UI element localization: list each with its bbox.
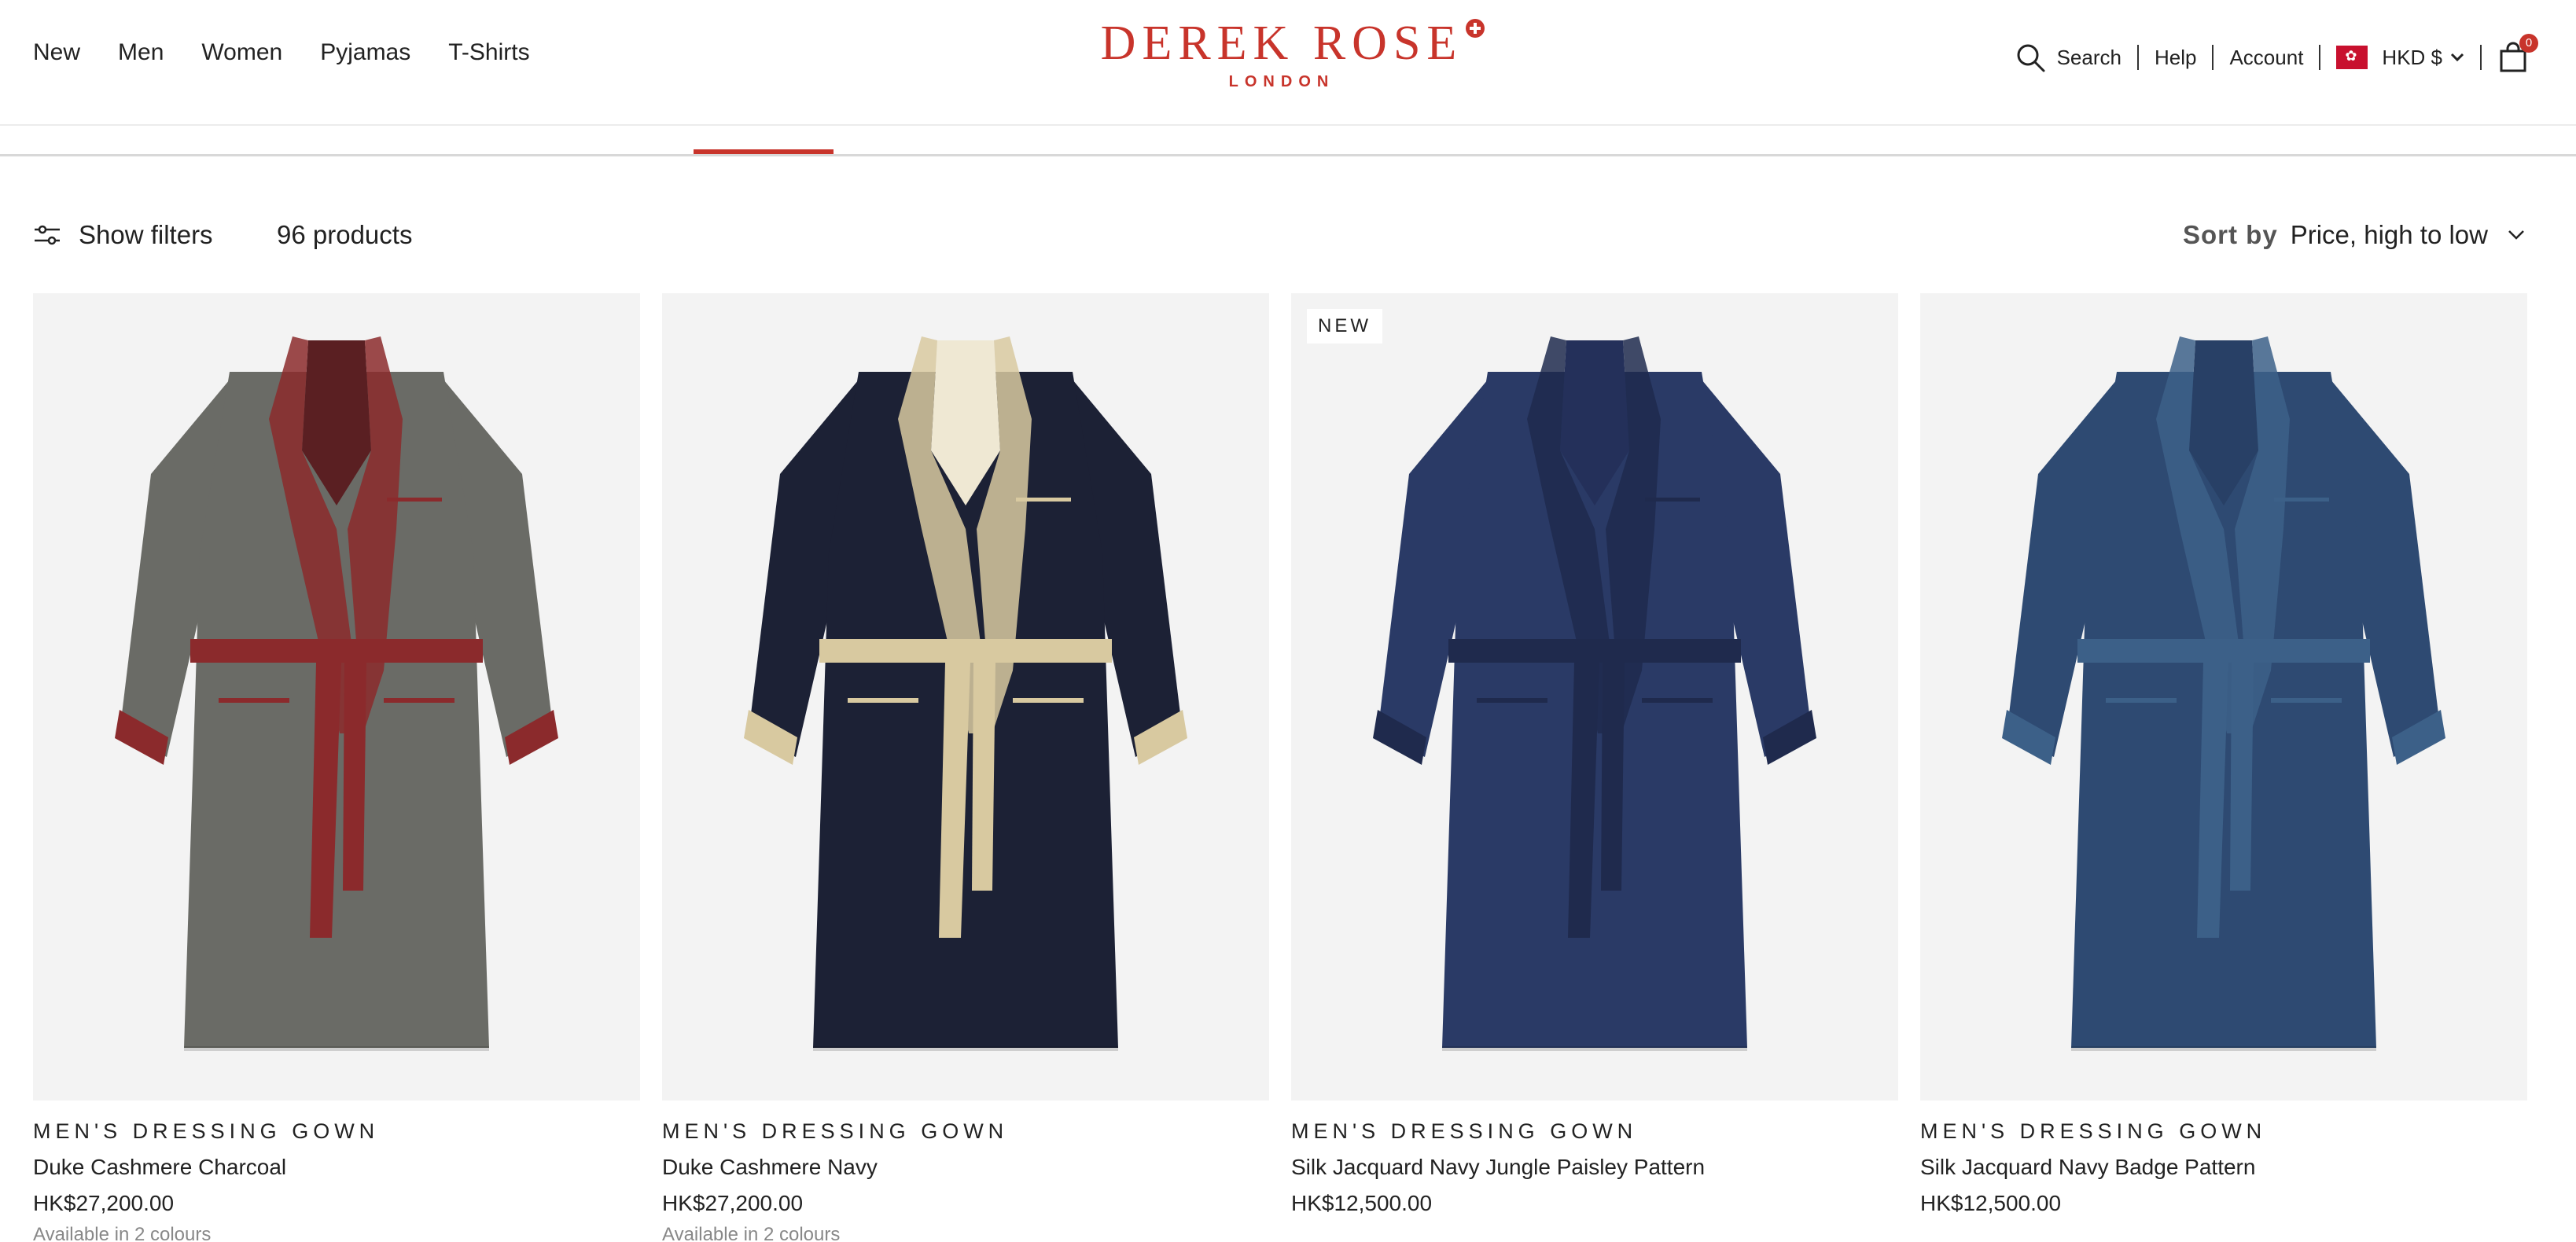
site-header: New Men Women Pyjamas T-Shirts DEREK ROS…	[0, 0, 2576, 126]
hong-kong-flag-icon	[2336, 46, 2368, 69]
hem-shadow	[1442, 1046, 1747, 1051]
sort-value: Price, high to low	[2290, 220, 2488, 249]
product-card[interactable]: NEW MEN'S DRESSING GOWN Silk Jacquard Na…	[1291, 293, 1898, 1242]
breast-pocket	[1645, 498, 1700, 502]
nav-item-new[interactable]: New	[33, 39, 80, 66]
chevron-down-icon	[2507, 229, 2526, 241]
brand-plus-icon	[1466, 19, 1485, 38]
listing-toolbar: Show filters 96 products Sort by Price, …	[33, 212, 2526, 259]
belt	[190, 639, 483, 663]
product-price: HK$27,200.00	[33, 1191, 175, 1215]
nav-item-men[interactable]: Men	[118, 39, 164, 66]
currency-label: HKD $	[2382, 45, 2442, 69]
hem-shadow	[2071, 1046, 2376, 1051]
product-grid: MEN'S DRESSING GOWN Duke Cashmere Charco…	[33, 293, 2527, 1242]
sort-dropdown[interactable]: Sort by Price, high to low	[2183, 220, 2526, 250]
product-price: HK$27,200.00	[662, 1191, 804, 1215]
utility-nav: Search Help Account HKD $ 0	[2015, 34, 2538, 77]
sort-label: Sort by	[2183, 220, 2278, 249]
show-filters-button[interactable]: Show filters	[33, 220, 213, 250]
product-name[interactable]: Duke Cashmere Charcoal	[33, 1155, 640, 1180]
active-tab-indicator	[694, 149, 834, 154]
product-category: MEN'S DRESSING GOWN	[33, 1119, 380, 1143]
breast-pocket	[2274, 498, 2329, 502]
product-image[interactable]: NEW	[1291, 293, 1898, 1101]
main-nav: New Men Women Pyjamas T-Shirts	[33, 39, 530, 66]
cart-button[interactable]: 0	[2497, 34, 2538, 73]
brand-name-text: DEREK ROSE	[1100, 17, 1463, 70]
belt-tail-right	[343, 663, 366, 891]
divider	[2480, 45, 2482, 70]
left-pocket	[848, 698, 918, 703]
belt	[2077, 639, 2370, 663]
breast-pocket	[1016, 498, 1071, 502]
hem-shadow	[813, 1046, 1118, 1051]
product-category: MEN'S DRESSING GOWN	[1920, 1119, 2267, 1143]
left-pocket	[1477, 698, 1547, 703]
nav-item-women[interactable]: Women	[201, 39, 282, 66]
belt-tail-right	[2230, 663, 2254, 891]
product-price: HK$12,500.00	[1291, 1191, 1433, 1215]
show-filters-label: Show filters	[79, 220, 213, 249]
left-pocket	[2106, 698, 2177, 703]
dressing-gown-image	[744, 336, 1187, 1051]
product-name[interactable]: Duke Cashmere Navy	[662, 1155, 1269, 1180]
product-price: HK$12,500.00	[1920, 1191, 2062, 1215]
left-pocket	[219, 698, 289, 703]
brand-logo[interactable]: DEREK ROSE LONDON	[1069, 16, 1494, 91]
search-icon	[2015, 42, 2046, 73]
search-label: Search	[2056, 45, 2122, 69]
help-link[interactable]: Help	[2155, 46, 2196, 70]
nav-item-t-shirts[interactable]: T-Shirts	[448, 39, 529, 66]
product-card[interactable]: MEN'S DRESSING GOWN Duke Cashmere Charco…	[33, 293, 640, 1242]
hem-shadow	[184, 1046, 489, 1051]
product-card[interactable]: MEN'S DRESSING GOWN Silk Jacquard Navy B…	[1920, 293, 2527, 1242]
right-pocket	[2271, 698, 2342, 703]
right-pocket	[1013, 698, 1084, 703]
divider	[2212, 45, 2214, 70]
product-availability: Available in 2 colours	[662, 1224, 841, 1242]
cart-count-badge: 0	[2519, 34, 2538, 53]
belt-tail-right	[1601, 663, 1625, 891]
divider	[2136, 45, 2139, 70]
chevron-down-icon	[2450, 53, 2464, 62]
product-availability: Available in 2 colours	[33, 1224, 212, 1242]
nav-item-pyjamas[interactable]: Pyjamas	[320, 39, 410, 66]
belt-tail-right	[972, 663, 995, 891]
belt	[819, 639, 1112, 663]
product-category: MEN'S DRESSING GOWN	[662, 1119, 1009, 1143]
product-card[interactable]: MEN'S DRESSING GOWN Duke Cashmere Navy H…	[662, 293, 1269, 1242]
right-pocket	[384, 698, 454, 703]
currency-selector[interactable]: HKD $	[2336, 46, 2464, 70]
divider	[2319, 45, 2321, 70]
product-image[interactable]	[1920, 293, 2527, 1101]
brand-city: LONDON	[1228, 73, 1335, 90]
account-link[interactable]: Account	[2229, 46, 2303, 70]
dressing-gown-image	[2002, 336, 2445, 1051]
right-pocket	[1642, 698, 1713, 703]
product-count: 96 products	[277, 220, 413, 249]
dressing-gown-image	[115, 336, 558, 1051]
breast-pocket	[387, 498, 442, 502]
product-category: MEN'S DRESSING GOWN	[1291, 1119, 1638, 1143]
sliders-icon	[33, 223, 61, 247]
dressing-gown-image	[1373, 336, 1816, 1051]
product-name[interactable]: Silk Jacquard Navy Badge Pattern	[1920, 1155, 2527, 1180]
product-name[interactable]: Silk Jacquard Navy Jungle Paisley Patter…	[1291, 1155, 1898, 1180]
search-button[interactable]: Search	[2015, 42, 2122, 73]
belt	[1448, 639, 1741, 663]
brand-name: DEREK ROSE	[1100, 16, 1485, 72]
product-image[interactable]	[662, 293, 1269, 1101]
product-image[interactable]	[33, 293, 640, 1101]
category-tabs-rule	[0, 154, 2576, 156]
